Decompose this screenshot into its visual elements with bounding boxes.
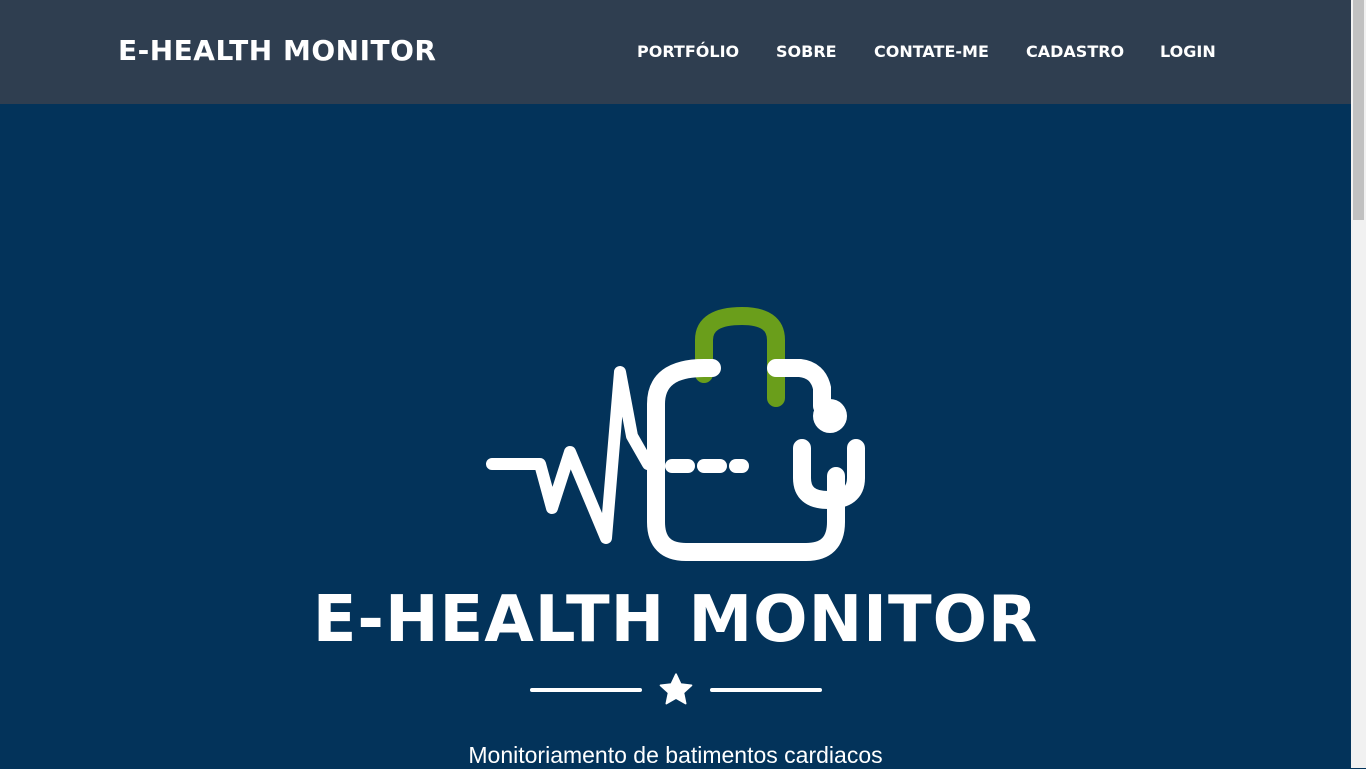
- nav-link-portfolio[interactable]: PORTFÓLIO: [637, 42, 739, 61]
- nav-link-contate-me[interactable]: CONTATE-ME: [874, 42, 989, 61]
- page-scrollbar[interactable]: [1351, 0, 1366, 768]
- hero-title: E-HEALTH MONITOR: [312, 583, 1039, 657]
- scrollbar-thumb[interactable]: [1353, 0, 1364, 220]
- divider-line-right: [710, 688, 822, 692]
- nav-link-cadastro[interactable]: CADASTRO: [1026, 42, 1124, 61]
- nav-link-login[interactable]: LOGIN: [1160, 42, 1216, 61]
- star-icon: [659, 673, 693, 705]
- divider-line-left: [530, 688, 642, 692]
- hero-subtitle: Monitoriamento de batimentos cardiacos: [468, 742, 883, 768]
- nav-link-sobre[interactable]: SOBRE: [776, 42, 837, 61]
- navbar: E-HEALTH MONITOR PORTFÓLIO SOBRE CONTATE…: [0, 0, 1351, 104]
- brand-link[interactable]: E-HEALTH MONITOR: [118, 34, 436, 67]
- star-divider: [530, 670, 822, 710]
- masthead: E-HEALTH MONITOR Monitoriamento de batim…: [0, 104, 1351, 768]
- medical-bag-heartbeat-icon: [486, 306, 865, 561]
